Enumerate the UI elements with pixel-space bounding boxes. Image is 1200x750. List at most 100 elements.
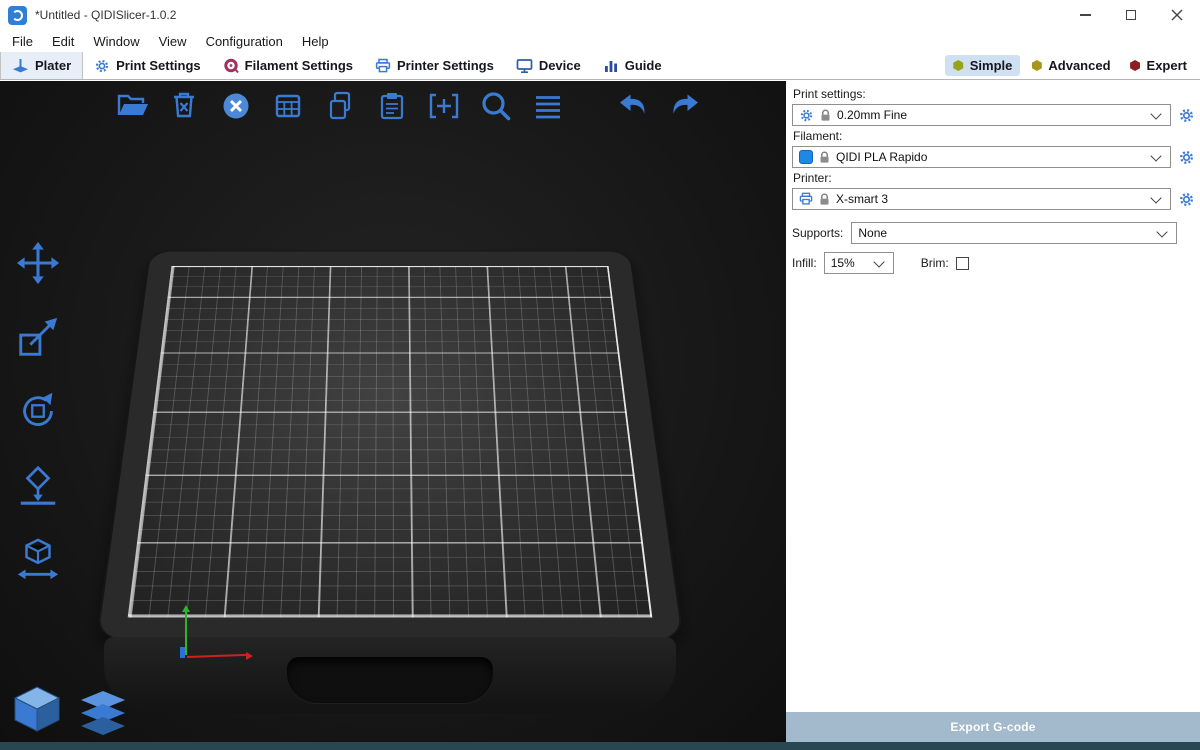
infill-combo[interactable]: 15% [824,252,894,274]
redo-icon [666,88,704,124]
window-title: *Untitled - QIDISlicer-1.0.2 [35,8,176,22]
tab-label: Printer Settings [397,58,494,73]
lock-icon [820,109,831,122]
variable-layer-height-button[interactable] [526,84,569,127]
brim-checkbox[interactable] [956,257,969,270]
rotate-icon [15,388,61,434]
undo-icon [614,88,652,124]
menu-file[interactable]: File [9,34,36,49]
rotate-button[interactable] [9,383,67,439]
layers-stack-icon [79,691,127,737]
measure-button[interactable] [9,531,67,587]
circle-x-icon [218,88,254,124]
place-on-face-button[interactable] [9,457,67,513]
tab-device[interactable]: Device [505,52,592,79]
scale-button[interactable] [9,309,67,365]
guide-icon [603,58,619,74]
filament-combo[interactable]: QIDI PLA Rapido [792,146,1171,168]
printer-value: X-smart 3 [836,192,1146,206]
lock-icon [819,151,830,164]
menu-help[interactable]: Help [299,34,332,49]
tab-print-settings[interactable]: Print Settings [83,52,212,79]
title-bar: *Untitled - QIDISlicer-1.0.2 [0,0,1200,30]
mode-expert[interactable]: Expert [1122,55,1195,76]
filament-value: QIDI PLA Rapido [836,150,1146,164]
view-toggles [9,681,127,737]
preview-view-button[interactable] [79,691,127,737]
tab-guide[interactable]: Guide [592,52,673,79]
print-bed [98,81,682,639]
mode-advanced[interactable]: Advanced [1023,55,1118,76]
copy-icon [322,88,358,124]
printer-icon [799,192,813,206]
gear-icon [1178,191,1195,208]
y-axis [185,611,187,655]
filament-color-swatch [799,150,813,164]
maximize-button[interactable] [1108,0,1154,30]
menu-window[interactable]: Window [90,34,142,49]
supports-combo[interactable]: None [851,222,1177,244]
advanced-mode-icon [1031,60,1042,71]
import-file-button[interactable] [110,84,153,127]
filament-settings-icon [223,58,239,74]
tab-label: Print Settings [116,58,201,73]
delete-button[interactable] [162,84,205,127]
close-icon [1171,9,1183,21]
export-gcode-button[interactable]: Export G-code [786,712,1200,742]
folder-open-icon [114,88,150,124]
printer-label: Printer: [793,172,1196,185]
close-button[interactable] [1154,0,1200,30]
measure-size-icon [15,536,61,582]
infill-label: Infill: [792,256,817,270]
menu-view[interactable]: View [156,34,190,49]
print-settings-icon [94,58,110,74]
app-logo-icon [8,6,27,25]
print-settings-gear-button[interactable] [1177,106,1196,125]
paste-button[interactable] [370,84,413,127]
search-button[interactable] [474,84,517,127]
chevron-down-icon [873,256,884,267]
plater-icon [12,57,29,74]
main-area: Print settings: 0.20mm Fine [0,81,1200,742]
menu-edit[interactable]: Edit [49,34,77,49]
tab-printer-settings[interactable]: Printer Settings [364,52,505,79]
gear-icon [1178,107,1195,124]
tab-filament-settings[interactable]: Filament Settings [212,52,364,79]
x-axis [187,654,247,658]
filament-gear-button[interactable] [1177,148,1196,167]
simple-mode-icon [953,60,964,71]
print-settings-combo[interactable]: 0.20mm Fine [792,104,1171,126]
print-settings-label: Print settings: [793,88,1196,101]
move-button[interactable] [9,235,67,291]
minimize-button[interactable] [1062,0,1108,30]
gear-icon [1178,149,1195,166]
split-objects-button[interactable] [422,84,465,127]
arrange-button[interactable] [266,84,309,127]
arrange-grid-icon [270,88,306,124]
tab-plater[interactable]: Plater [0,52,83,79]
view-cube-icon [9,681,65,737]
undo-button[interactable] [611,84,654,127]
mode-simple[interactable]: Simple [945,55,1021,76]
filament-label: Filament: [793,130,1196,143]
scale-icon [15,314,61,360]
menu-bar: File Edit Window View Configuration Help [0,30,1200,52]
paste-icon [374,88,410,124]
mode-label: Expert [1147,58,1187,73]
printer-gear-button[interactable] [1177,190,1196,209]
menu-configuration[interactable]: Configuration [203,34,286,49]
delete-all-button[interactable] [214,84,257,127]
minimize-icon [1080,14,1091,16]
editor-view-button[interactable] [9,681,65,737]
copy-button[interactable] [318,84,361,127]
supports-label: Supports: [792,226,843,240]
3d-viewport[interactable] [0,81,786,742]
redo-button[interactable] [663,84,706,127]
bottom-bar [0,742,1200,750]
chevron-down-icon [1150,192,1161,203]
printer-combo[interactable]: X-smart 3 [792,188,1171,210]
tab-label: Plater [35,58,71,73]
viewport-toolbar [110,84,706,127]
maximize-icon [1126,10,1136,20]
move-icon [15,240,61,286]
